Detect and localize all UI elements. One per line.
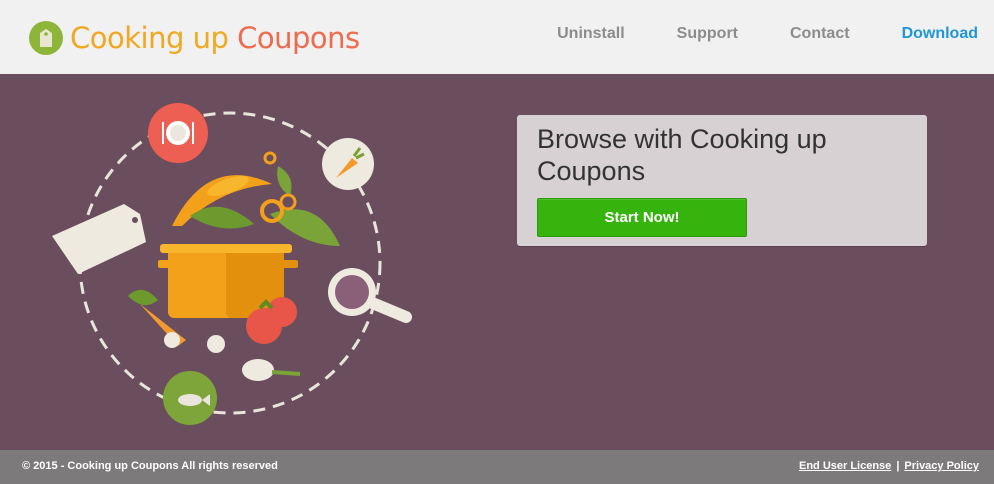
nav-support-link[interactable]: Support <box>677 24 738 44</box>
eula-link[interactable]: End User License <box>799 460 891 472</box>
nav-uninstall-link[interactable]: Uninstall <box>557 24 625 44</box>
main-nav: Uninstall Support Contact Download <box>505 24 978 44</box>
header: Cooking up Coupons Uninstall Support Con… <box>0 0 994 74</box>
privacy-policy-link[interactable]: Privacy Policy <box>904 460 979 472</box>
hero-headline: Browse with Cooking up Coupons <box>537 124 827 186</box>
fish-icon <box>163 371 217 425</box>
start-now-button[interactable]: Start Now! <box>537 198 747 237</box>
price-tag-icon <box>52 204 146 274</box>
nav-contact-link[interactable]: Contact <box>790 24 850 44</box>
hero-callout: Browse with Cooking up Coupons Start Now… <box>517 115 927 246</box>
cooking-pot-icon <box>158 151 340 318</box>
footer: © 2015 - Cooking up Coupons All rights r… <box>0 450 994 484</box>
logo-tag-icon <box>29 21 63 55</box>
carrot-icon <box>322 138 374 190</box>
magnifier-icon <box>328 268 412 323</box>
logo-text: Cooking up Coupons <box>70 20 360 55</box>
cooking-illustration <box>52 103 412 425</box>
site-logo[interactable]: Cooking up Coupons <box>28 18 360 58</box>
plate-icon <box>148 103 208 163</box>
footer-links: End User License | Privacy Policy <box>799 460 979 472</box>
footer-separator: | <box>896 460 900 472</box>
copyright-text: © 2015 - Cooking up Coupons All rights r… <box>22 460 278 472</box>
nav-download-link[interactable]: Download <box>902 24 978 44</box>
